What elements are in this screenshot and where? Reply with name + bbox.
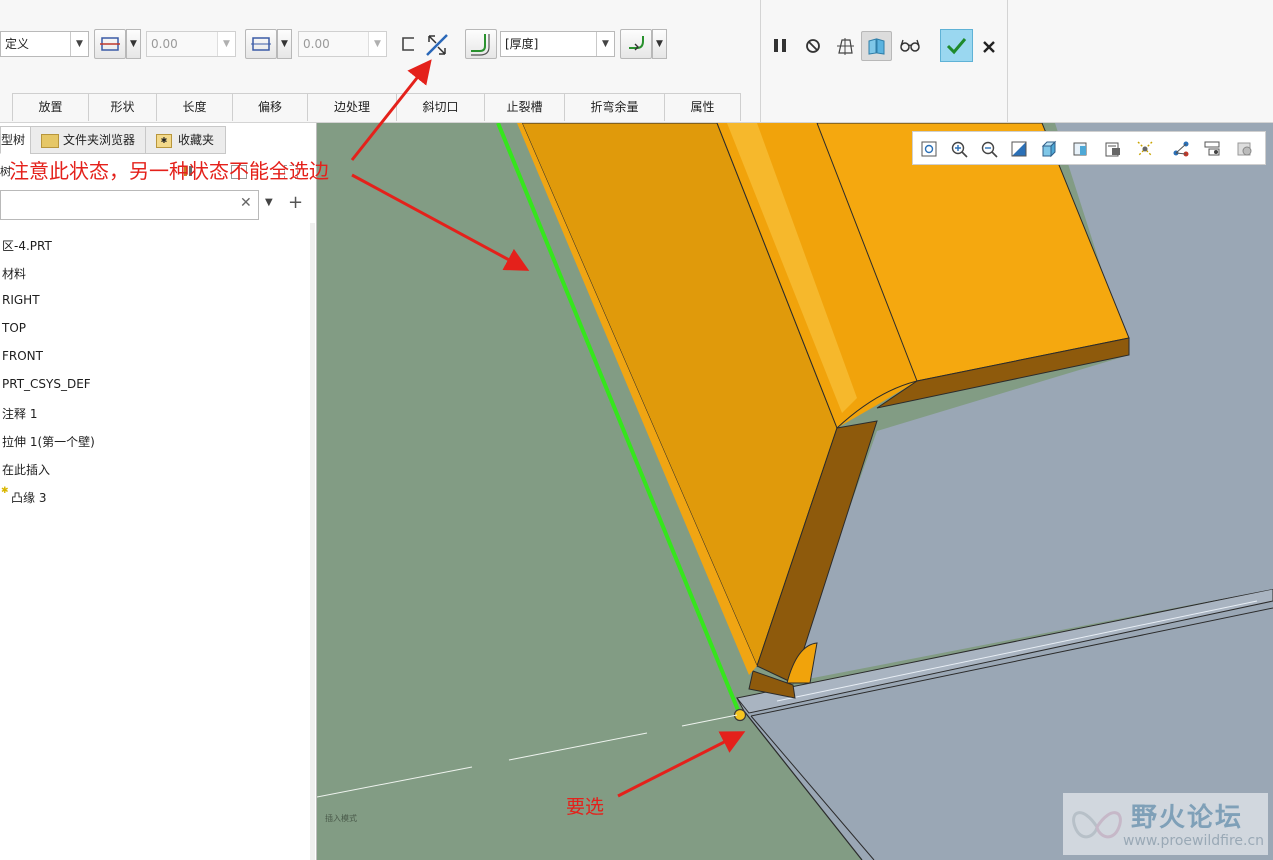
ribbon-divider — [760, 0, 761, 122]
tab-favorites[interactable]: ✱ 收藏夹 — [145, 126, 226, 154]
tab-label: 放置 — [38, 100, 63, 114]
tree-item-right[interactable]: RIGHT — [2, 293, 40, 307]
tree-item-material[interactable]: 材料 — [2, 265, 26, 282]
tab-offset[interactable]: 偏移 — [232, 93, 308, 121]
tree-item-extrude[interactable]: 拉伸 1(第一个壁) — [2, 433, 95, 450]
verify-icon[interactable] — [861, 31, 892, 61]
tab-edge-treatment[interactable]: 边处理 — [307, 93, 397, 121]
tab-length[interactable]: 长度 — [156, 93, 233, 121]
watermark-brand: 野火论坛 — [1131, 803, 1244, 833]
watermark-url: www.proewildfire.cn — [1123, 833, 1265, 849]
tab-relief[interactable]: 止裂槽 — [484, 93, 565, 121]
add-icon[interactable]: + — [288, 192, 303, 213]
annotation-bottom: 要选 — [566, 796, 605, 818]
datum-display-icon[interactable] — [1135, 139, 1155, 159]
view-manager-icon[interactable] — [1103, 139, 1123, 159]
spin-center-icon[interactable] — [1171, 139, 1191, 159]
tree-search-input[interactable] — [0, 190, 259, 220]
forum-watermark: 野火论坛 www.proewildfire.cn — [1063, 793, 1268, 855]
chevron-down-icon[interactable]: ▼ — [652, 29, 667, 59]
annotation-display-icon[interactable] — [1203, 139, 1223, 159]
tab-folder-browser[interactable]: 文件夹浏览器 — [30, 126, 146, 154]
ribbon-divider — [1007, 0, 1008, 122]
tree-item-flange[interactable]: 凸缘 3 — [11, 489, 46, 506]
thickness-combo[interactable]: [厚度] ▼ — [500, 31, 615, 57]
chevron-down-icon[interactable]: ▼ — [277, 29, 292, 59]
appearance-icon[interactable] — [1235, 139, 1255, 159]
tab-shape[interactable]: 形状 — [88, 93, 157, 121]
tab-bend-allowance[interactable]: 折弯余量 — [564, 93, 665, 121]
close-icon — [983, 41, 995, 53]
offset-value-2: 0.00 — [303, 37, 330, 51]
width-type-icon[interactable] — [94, 29, 126, 59]
tab-label: 止裂槽 — [506, 100, 543, 114]
offset-value-2-field[interactable]: 0.00 ▼ — [298, 31, 387, 57]
refit-icon[interactable] — [919, 139, 939, 159]
tab-label: 型树 — [1, 133, 26, 147]
tab-label: 偏移 — [257, 100, 282, 114]
placement-combo-value: 定义 — [5, 37, 30, 51]
folder-icon — [41, 133, 59, 148]
offset-value-1: 0.00 — [151, 37, 178, 51]
offset-value-1-field[interactable]: 0.00 ▼ — [146, 31, 236, 57]
bend-radius-icon[interactable] — [620, 29, 652, 59]
tab-properties[interactable]: 属性 — [664, 93, 741, 121]
tab-miter-cut[interactable]: 斜切口 — [396, 93, 485, 121]
flip-direction-icon[interactable] — [423, 31, 451, 59]
cancel-button[interactable] — [977, 35, 1001, 59]
ok-button[interactable] — [940, 29, 973, 62]
tree-item-top[interactable]: TOP — [2, 321, 26, 335]
mode-indicator-label: 插入模式 — [325, 814, 357, 823]
checkmark-icon — [946, 38, 967, 55]
tab-label: 形状 — [110, 100, 135, 114]
tree-item-note[interactable]: 注释 1 — [2, 405, 37, 422]
geometry-preview-icon[interactable] — [833, 34, 857, 58]
placement-combo[interactable]: 定义 ▼ — [0, 31, 89, 57]
tab-label: 边处理 — [333, 100, 370, 114]
tab-label: 斜切口 — [422, 100, 459, 114]
tab-label: 文件夹浏览器 — [63, 133, 136, 147]
chevron-down-icon: ▼ — [217, 32, 235, 56]
tree-scrollbar[interactable] — [310, 223, 315, 860]
tab-placement[interactable]: 放置 — [12, 93, 89, 121]
clear-search-icon[interactable]: ✕ — [240, 195, 252, 211]
width-type-icon[interactable] — [245, 29, 277, 59]
chevron-down-icon[interactable]: ▼ — [126, 29, 141, 59]
saved-views-icon[interactable] — [1071, 139, 1091, 159]
pause-icon[interactable] — [769, 34, 793, 58]
zoom-out-icon[interactable] — [979, 139, 999, 159]
tab-model-tree[interactable]: 型树 — [0, 126, 31, 154]
graphics-viewport[interactable]: 插入模式 — [317, 123, 1273, 860]
no-preview-icon[interactable] — [801, 34, 825, 58]
flange-side-icon[interactable] — [398, 33, 422, 57]
ribbon: 定义 ▼ ▼ 0.00 ▼ ▼ 0.00 ▼ [厚度] ▼ ▼ 放置 形状 长度… — [0, 0, 1273, 123]
favorites-icon: ✱ — [156, 133, 172, 148]
display-style-icon[interactable] — [1039, 139, 1059, 159]
chevron-down-icon: ▼ — [368, 32, 386, 56]
chevron-down-icon[interactable]: ▼ — [265, 197, 273, 208]
repaint-icon[interactable] — [1009, 139, 1029, 159]
flange-feature-icon: ✱ — [1, 486, 9, 496]
chevron-down-icon: ▼ — [70, 32, 88, 56]
annotation-top: 注意此状态，另一种状态不能全选边 — [9, 159, 329, 183]
tab-label: 收藏夹 — [178, 133, 215, 147]
tree-item-csys[interactable]: PRT_CSYS_DEF — [2, 377, 91, 391]
model-tree-panel: 型树 文件夹浏览器 ✱ 收藏夹 树 ✕ ▼ + 区-4.PRT 材料 RIGHT … — [0, 123, 317, 860]
thickness-combo-value: [厚度] — [505, 37, 539, 51]
tab-label: 折弯余量 — [590, 100, 639, 114]
tree-item-part[interactable]: 区-4.PRT — [2, 237, 52, 254]
butterfly-logo-icon — [1072, 811, 1122, 839]
chevron-down-icon: ▼ — [596, 32, 614, 56]
tree-item-insert-here[interactable]: 在此插入 — [2, 461, 50, 478]
zoom-in-icon[interactable] — [949, 139, 969, 159]
tree-item-front[interactable]: FRONT — [2, 349, 43, 363]
bend-edge-icon[interactable] — [465, 29, 497, 59]
tab-label: 属性 — [690, 100, 715, 114]
model-geometry[interactable] — [317, 123, 1273, 860]
glasses-icon[interactable] — [898, 34, 922, 58]
tab-label: 长度 — [182, 100, 207, 114]
view-toolbar — [912, 131, 1266, 165]
